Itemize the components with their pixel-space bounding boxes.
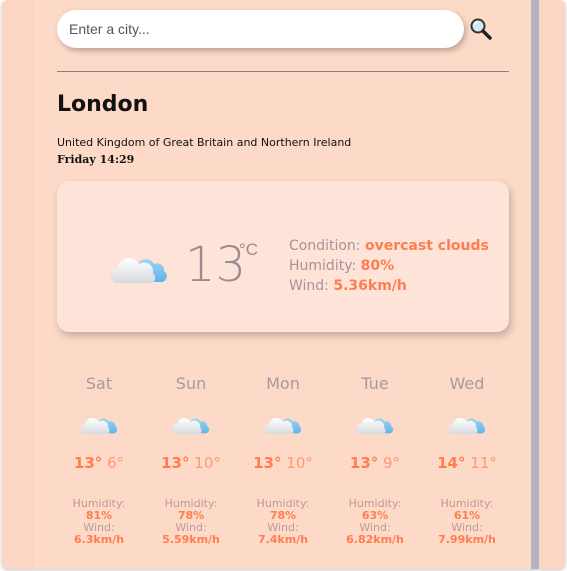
city-search-input[interactable] bbox=[57, 10, 464, 48]
wind-value: 6.3km/h bbox=[73, 533, 125, 546]
date-time: Friday 14:29 bbox=[57, 153, 135, 166]
day-name: Wed bbox=[449, 374, 485, 393]
condition-label: Condition: bbox=[289, 238, 361, 254]
weather-panel: London United Kingdom of Great Britain a… bbox=[34, 0, 531, 569]
weather-details: Condition: overcast clouds Humidity: 80%… bbox=[289, 236, 489, 296]
city-name: London bbox=[57, 92, 149, 117]
humidity-value: 80% bbox=[360, 258, 395, 274]
current-temperature: 13 bbox=[185, 237, 247, 293]
temperature-unit: °C bbox=[239, 240, 259, 259]
day-stats: Humidity: 81% Wind: 6.3km/h bbox=[53, 498, 145, 546]
low-temp: 10° bbox=[194, 454, 221, 472]
day-stats: Humidity: 78% Wind: 5.59km/h bbox=[145, 498, 237, 546]
day-temps: 13° 9° bbox=[329, 454, 421, 472]
day-name: Sun bbox=[175, 374, 207, 393]
day-name: Tue bbox=[361, 374, 389, 393]
low-temp: 9° bbox=[383, 454, 401, 472]
humidity-label: Humidity: bbox=[289, 258, 357, 274]
day-name: Mon bbox=[266, 374, 300, 393]
cloud-icon bbox=[79, 410, 119, 436]
low-temp: 10° bbox=[286, 454, 313, 472]
low-temp: 11° bbox=[470, 454, 497, 472]
scrollbar[interactable] bbox=[531, 0, 539, 569]
high-temp: 13° bbox=[161, 454, 190, 472]
wind-value: 7.4km/h bbox=[257, 533, 309, 546]
day-temps: 13° 6° bbox=[53, 454, 145, 472]
day-temps: 13° 10° bbox=[145, 454, 237, 472]
wind-label: Wind: bbox=[289, 278, 329, 294]
cloud-icon bbox=[109, 246, 169, 286]
cloud-icon bbox=[447, 410, 487, 436]
cloud-icon bbox=[171, 410, 211, 436]
condition-value: overcast clouds bbox=[364, 238, 489, 254]
cloud-icon bbox=[355, 410, 395, 436]
wind-value: 5.36km/h bbox=[333, 278, 407, 294]
search-bar bbox=[57, 10, 464, 48]
forecast-day: Tue 13° 9° Humidity: 63% Wind: 6.82km/h bbox=[329, 373, 421, 546]
high-temp: 13° bbox=[253, 454, 282, 472]
day-stats: Humidity: 78% Wind: 7.4km/h bbox=[237, 498, 329, 546]
forecast-day: Wed 14° 11° Humidity: 61% Wind: 7.99km/h bbox=[421, 373, 513, 546]
low-temp: 6° bbox=[107, 454, 125, 472]
wind-row: Wind: 5.36km/h bbox=[289, 276, 489, 296]
high-temp: 13° bbox=[349, 454, 379, 472]
wind-value: 5.59km/h bbox=[162, 533, 220, 546]
day-temps: 13° 10° bbox=[237, 454, 329, 472]
divider bbox=[57, 71, 509, 72]
humidity-row: Humidity: 80% bbox=[289, 256, 489, 276]
high-temp: 13° bbox=[73, 454, 103, 472]
search-button[interactable] bbox=[468, 16, 496, 42]
wind-value: 7.99km/h bbox=[438, 533, 496, 546]
day-stats: Humidity: 61% Wind: 7.99km/h bbox=[421, 498, 513, 546]
day-stats: Humidity: 63% Wind: 6.82km/h bbox=[329, 498, 421, 546]
forecast-day: Sat 13° 6° Humidity: 81% Wind: 6.3km/h bbox=[53, 373, 145, 546]
wind-value: 6.82km/h bbox=[346, 533, 404, 546]
condition-row: Condition: overcast clouds bbox=[289, 236, 489, 256]
day-name: Sat bbox=[85, 374, 113, 393]
search-icon bbox=[470, 18, 492, 40]
forecast-day: Mon 13° 10° Humidity: 78% Wind: 7.4km/h bbox=[237, 373, 329, 546]
day-temps: 14° 11° bbox=[421, 454, 513, 472]
current-weather-card: 13 °C Condition: overcast clouds Humidit… bbox=[57, 181, 509, 332]
app-window: London United Kingdom of Great Britain a… bbox=[2, 0, 565, 569]
high-temp: 14° bbox=[437, 454, 466, 472]
forecast-day: Sun 13° 10° Humidity: 78% Wind: 5.59km/h bbox=[145, 373, 237, 546]
cloud-icon bbox=[263, 410, 303, 436]
country-name: United Kingdom of Great Britain and Nort… bbox=[57, 136, 352, 149]
